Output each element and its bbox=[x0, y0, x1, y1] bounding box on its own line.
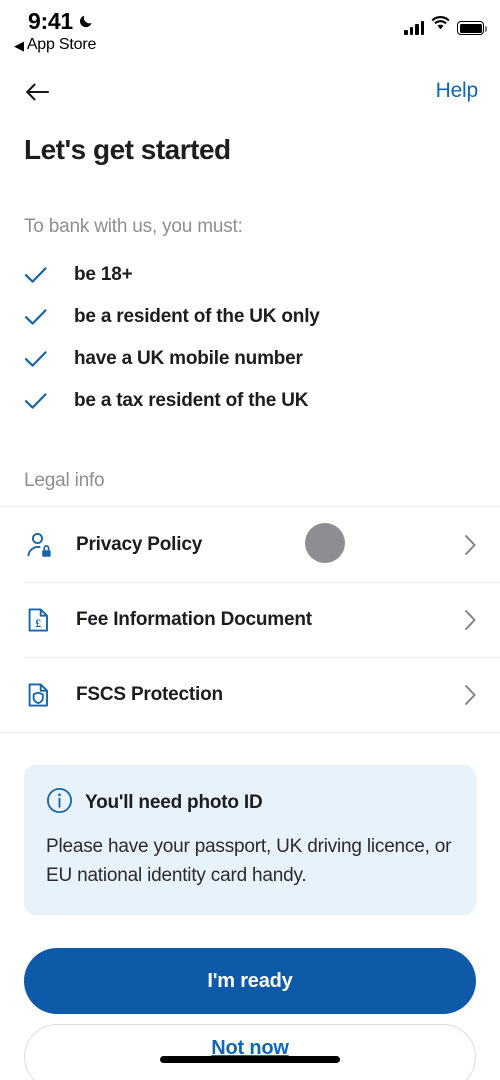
document-shield-icon bbox=[24, 680, 54, 710]
info-circle-icon bbox=[46, 787, 73, 819]
legal-row-fee-information-document[interactable]: £ Fee Information Document bbox=[0, 582, 500, 657]
requirement-item: be a resident of the UK only bbox=[24, 296, 476, 338]
legal-row-privacy-policy[interactable]: Privacy Policy bbox=[0, 507, 500, 582]
check-icon bbox=[24, 307, 56, 327]
svg-text:£: £ bbox=[35, 618, 41, 630]
requirement-label: be a resident of the UK only bbox=[74, 306, 320, 327]
status-bar-time-group: 9:41 bbox=[28, 8, 95, 35]
requirements-subtitle: To bank with us, you must: bbox=[24, 216, 243, 237]
status-bar-return-to-app[interactable]: ◀ App Store bbox=[14, 36, 96, 54]
back-triangle-icon: ◀ bbox=[14, 37, 24, 53]
im-ready-button[interactable]: I'm ready bbox=[24, 948, 476, 1014]
moon-icon bbox=[78, 10, 95, 33]
not-now-button[interactable]: Not now bbox=[24, 1024, 476, 1080]
chevron-right-icon bbox=[462, 609, 478, 631]
legal-row-label: FSCS Protection bbox=[76, 683, 223, 705]
photo-id-info-card: You'll need photo ID Please have your pa… bbox=[24, 765, 476, 915]
legal-row-label: Privacy Policy bbox=[76, 533, 203, 555]
tap-indicator bbox=[305, 523, 345, 563]
check-icon bbox=[24, 265, 56, 285]
requirement-label: have a UK mobile number bbox=[74, 348, 303, 369]
phone-screen: 9:41 ◀ App Store Help Let's get started … bbox=[0, 0, 500, 1080]
legal-row-label: Fee Information Document bbox=[76, 608, 312, 630]
info-card-body: Please have your passport, UK driving li… bbox=[46, 836, 452, 886]
status-bar-return-label: App Store bbox=[26, 36, 97, 53]
check-icon bbox=[24, 391, 56, 411]
info-card-title: You'll need photo ID bbox=[85, 792, 263, 813]
status-bar-indicators bbox=[404, 16, 487, 35]
wifi-icon bbox=[431, 16, 450, 35]
requirement-label: be a tax resident of the UK bbox=[74, 390, 309, 411]
requirements-list: be 18+ be a resident of the UK only have… bbox=[24, 254, 476, 422]
status-bar-time: 9:41 bbox=[28, 8, 73, 34]
battery-full-icon bbox=[457, 21, 487, 35]
requirement-label: be 18+ bbox=[74, 264, 133, 285]
legal-row-fscs-protection[interactable]: FSCS Protection bbox=[0, 657, 500, 732]
chevron-right-icon bbox=[462, 534, 478, 556]
navigation-bar: Help bbox=[0, 72, 500, 116]
info-card-header: You'll need photo ID bbox=[46, 787, 454, 819]
requirement-item: have a UK mobile number bbox=[24, 338, 476, 380]
legal-section-label: Legal info bbox=[24, 470, 105, 491]
cellular-signal-icon bbox=[404, 21, 424, 35]
status-bar: 9:41 ◀ App Store bbox=[0, 0, 500, 62]
back-arrow-icon bbox=[24, 82, 50, 107]
help-link[interactable]: Help bbox=[436, 79, 479, 103]
document-pound-icon: £ bbox=[24, 605, 54, 635]
legal-links-list: Privacy Policy £ Fee Information Documen… bbox=[0, 506, 500, 733]
check-icon bbox=[24, 349, 56, 369]
back-button[interactable] bbox=[18, 76, 56, 112]
person-lock-icon bbox=[24, 530, 54, 560]
requirement-item: be a tax resident of the UK bbox=[24, 380, 476, 422]
requirement-item: be 18+ bbox=[24, 254, 476, 296]
home-indicator bbox=[160, 1056, 340, 1063]
page-title: Let's get started bbox=[24, 134, 231, 165]
chevron-right-icon bbox=[462, 684, 478, 706]
